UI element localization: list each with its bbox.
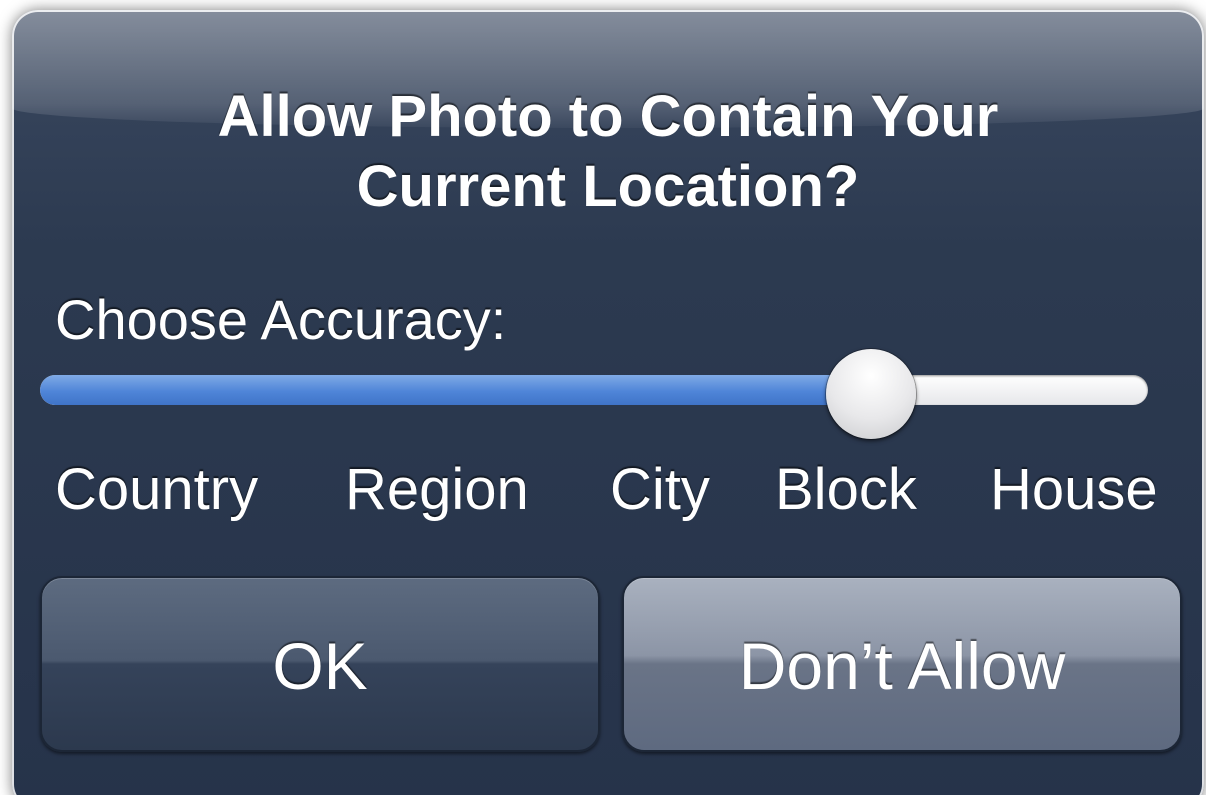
level-house[interactable]: House [990, 454, 1158, 526]
ok-button[interactable]: OK [40, 576, 600, 752]
dialog-title-line-1: Allow Photo to Contain Your [217, 84, 999, 149]
dont-allow-button[interactable]: Don’t Allow [622, 576, 1182, 752]
level-city[interactable]: City [610, 454, 710, 526]
level-block[interactable]: Block [775, 454, 917, 526]
location-alert-dialog: Allow Photo to Contain Your Current Loca… [12, 10, 1204, 795]
accuracy-label: Choose Accuracy: [55, 288, 507, 351]
slider-thumb[interactable] [826, 349, 916, 439]
dialog-title-line-2: Current Location? [356, 154, 860, 219]
level-country[interactable]: Country [55, 454, 258, 526]
level-region[interactable]: Region [345, 454, 529, 526]
slider-fill [40, 375, 871, 405]
dialog-title: Allow Photo to Contain Your Current Loca… [12, 82, 1204, 222]
accuracy-slider[interactable] [40, 349, 1148, 439]
slider-track[interactable] [40, 375, 1148, 405]
accuracy-levels: Country Region City Block House [12, 454, 1204, 534]
